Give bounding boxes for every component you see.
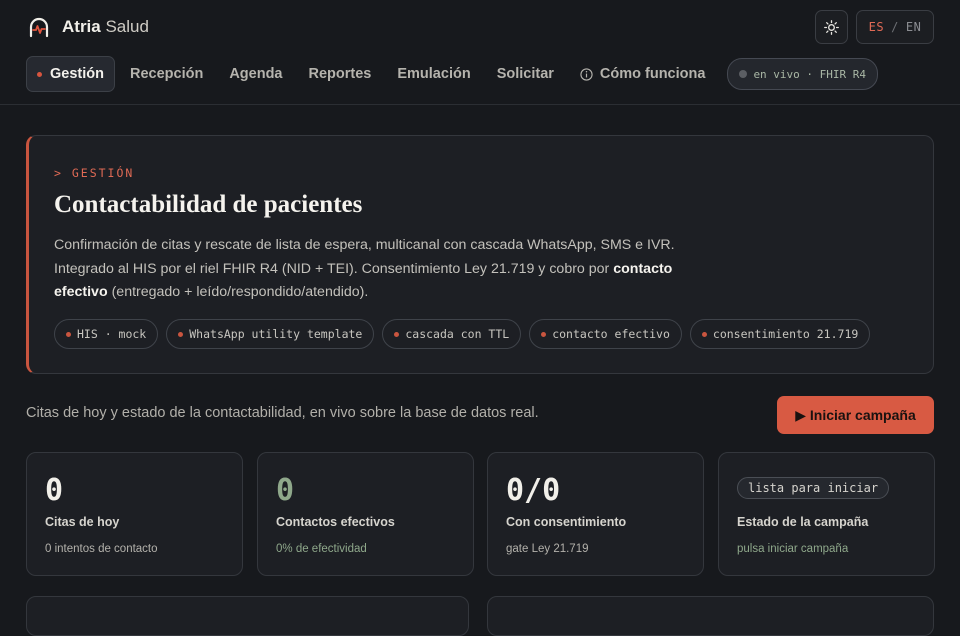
stat-card-consentimiento: 0/0 Con consentimiento gate Ley 21.719 <box>487 452 704 576</box>
page-title: Contactabilidad de pacientes <box>54 191 363 218</box>
live-status-text: en vivo · FHIR R4 <box>753 67 867 81</box>
sun-icon <box>824 19 839 35</box>
stat-card-citas: 0 Citas de hoy 0 intentos de contacto <box>26 452 243 576</box>
nav-item-emulacion[interactable]: Emulación <box>384 56 483 92</box>
lang-separator: / <box>891 20 899 34</box>
hero-description: Confirmación de citas y rescate de lista… <box>54 234 714 305</box>
stat-subtext: 0 intentos de contacto <box>45 543 158 555</box>
nav-item-como-funciona[interactable]: Cómo funciona <box>567 56 719 92</box>
hero-card: > GESTIÓN Contactabilidad de pacientes C… <box>26 135 934 374</box>
stat-label: Contactos efectivos <box>276 515 395 529</box>
brand-name: Atria Salud <box>62 17 149 37</box>
stat-label: Con consentimiento <box>506 515 627 529</box>
nav-item-label: Recepción <box>129 66 204 82</box>
nav-item-agenda[interactable]: Agenda <box>216 56 295 92</box>
tag-label: consentimiento 21.719 <box>712 327 859 341</box>
stat-value: 0/0 <box>506 473 561 508</box>
lang-es-option[interactable]: ES <box>869 20 884 34</box>
theme-toggle-button[interactable] <box>815 10 848 44</box>
stat-label: Estado de la campaña <box>737 515 869 529</box>
nav-item-gestion[interactable]: Gestión <box>26 56 115 92</box>
tag-label: WhatsApp utility template <box>189 327 363 341</box>
summary-text: Citas de hoy y estado de la contactabili… <box>26 405 539 421</box>
section-eyebrow: > GESTIÓN <box>54 166 135 180</box>
tag-chip: WhatsApp utility template <box>166 319 375 349</box>
status-badge: lista para iniciar <box>737 477 890 499</box>
dot-icon <box>541 331 547 337</box>
tag-chip: HIS · mock <box>54 319 159 349</box>
stat-value: 0 <box>45 473 64 508</box>
tag-chip: contacto efectivo <box>529 319 682 349</box>
desc-line-1: Confirmación de citas y rescate de lista… <box>54 237 675 253</box>
stat-label: Citas de hoy <box>45 515 120 529</box>
nav-item-label: Emulación <box>397 66 471 82</box>
nav-item-reportes[interactable]: Reportes <box>296 56 385 92</box>
tag-label: contacto efectivo <box>552 327 670 341</box>
main-nav: Gestión Recepción Agenda Reportes Emulac… <box>26 56 879 92</box>
brand-name-bold: Atria <box>62 17 101 36</box>
stat-subtext: 0% de efectividad <box>276 543 367 555</box>
feature-tags: HIS · mock WhatsApp utility template cas… <box>54 319 871 349</box>
lang-en-option[interactable]: EN <box>906 20 921 34</box>
stat-subtext: pulsa iniciar campaña <box>737 543 849 555</box>
stat-card-campana: lista para iniciar Estado de la campaña … <box>718 452 935 576</box>
tag-chip: cascada con TTL <box>382 319 522 349</box>
stat-value: 0 <box>276 473 295 508</box>
heartbeat-logo-icon <box>29 17 49 38</box>
lower-panel-right <box>487 596 934 636</box>
stat-subtext: gate Ley 21.719 <box>506 543 589 555</box>
tag-label: HIS · mock <box>77 327 147 341</box>
nav-item-label: Solicitar <box>496 66 554 82</box>
nav-item-label: Reportes <box>308 66 372 82</box>
start-campaign-button[interactable]: ▶ Iniciar campaña <box>777 396 934 434</box>
header-divider <box>0 104 960 105</box>
nav-item-label: Gestión <box>50 66 104 82</box>
lower-panel-left <box>26 596 469 636</box>
nav-item-label: Agenda <box>229 66 283 82</box>
dot-icon <box>178 331 184 337</box>
stat-card-contactos: 0 Contactos efectivos 0% de efectividad <box>257 452 474 576</box>
info-icon <box>580 67 593 81</box>
active-dot-icon <box>37 71 42 77</box>
nav-item-label: Cómo funciona <box>599 66 706 82</box>
dot-icon <box>394 331 400 337</box>
desc-line-3: (entregado + leído/respondido/atendido). <box>111 284 369 300</box>
tag-label: cascada con TTL <box>405 327 510 341</box>
language-switch[interactable]: ES / EN <box>856 10 934 44</box>
dot-icon <box>701 331 707 337</box>
nav-item-recepcion[interactable]: Recepción <box>117 56 216 92</box>
nav-item-solicitar[interactable]: Solicitar <box>484 56 567 92</box>
brand[interactable]: Atria Salud <box>28 14 149 40</box>
dot-icon <box>66 331 71 337</box>
brand-name-light: Salud <box>105 17 149 36</box>
tag-chip: consentimiento 21.719 <box>689 319 871 349</box>
live-status-badge: en vivo · FHIR R4 <box>727 58 879 90</box>
desc-line-2: Integrado al HIS por el riel FHIR R4 (NI… <box>54 260 610 277</box>
status-dot-icon <box>739 70 748 78</box>
